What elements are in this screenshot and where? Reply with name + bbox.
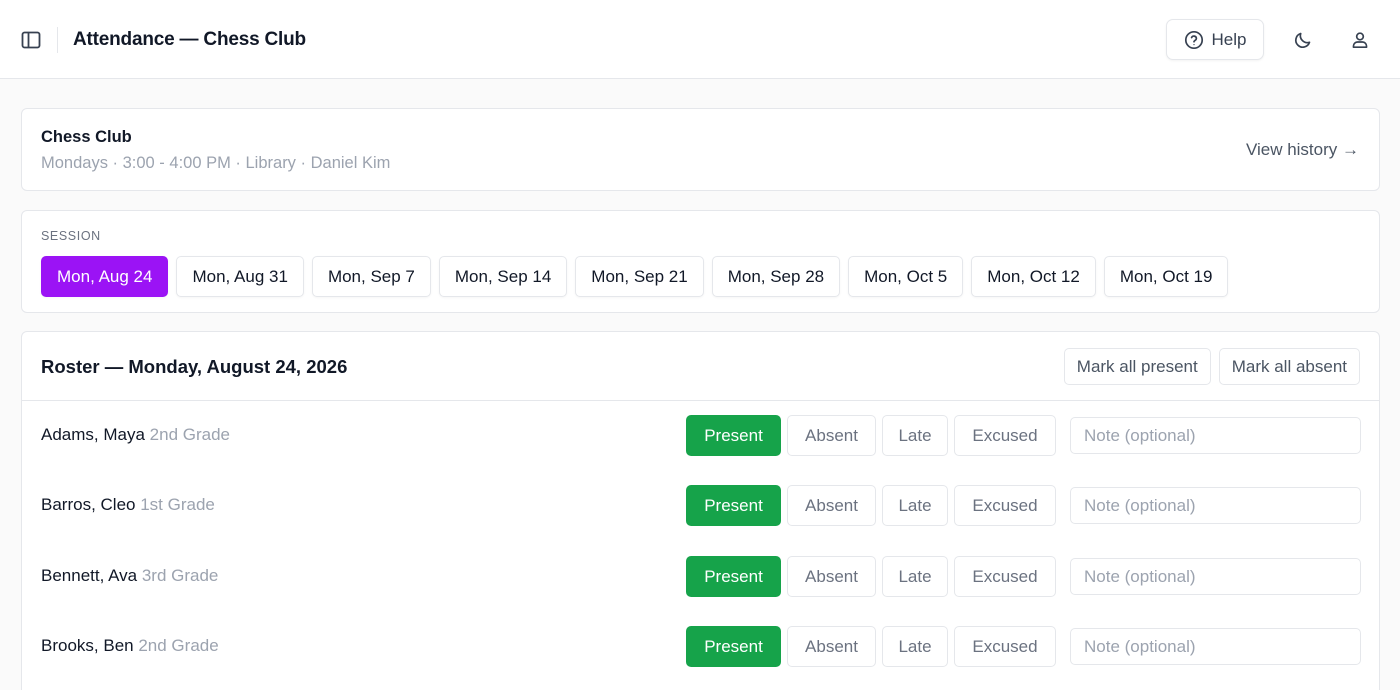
status-toggle-group: Present Absent Late Excused	[686, 415, 1056, 456]
present-button[interactable]: Present	[686, 485, 781, 526]
late-button[interactable]: Late	[882, 485, 948, 526]
absent-button[interactable]: Absent	[787, 626, 876, 667]
student-grade: 2nd Grade	[149, 425, 231, 444]
club-info-card: Chess Club Mondays · 3:00 - 4:00 PM · Li…	[21, 108, 1380, 191]
student-grade: 3rd Grade	[141, 566, 219, 585]
student-name-text: Adams, Maya	[41, 425, 145, 444]
late-button[interactable]: Late	[882, 415, 948, 456]
session-chip[interactable]: Mon, Oct 12	[971, 256, 1096, 297]
absent-button[interactable]: Absent	[787, 415, 876, 456]
mark-all-present-button[interactable]: Mark all present	[1063, 348, 1211, 385]
note-input[interactable]	[1070, 487, 1361, 524]
table-row: Adams, Maya 2nd Grade Present Absent Lat…	[22, 401, 1379, 471]
status-toggle-group: Present Absent Late Excused	[686, 485, 1056, 526]
excused-button[interactable]: Excused	[954, 626, 1056, 667]
sidebar-toggle-icon[interactable]	[18, 27, 44, 53]
present-button[interactable]: Present	[686, 556, 781, 597]
roster-header: Roster — Monday, August 24, 2026 Mark al…	[22, 332, 1379, 401]
excused-button[interactable]: Excused	[954, 556, 1056, 597]
page-title: Attendance — Chess Club	[73, 29, 306, 50]
session-chip[interactable]: Mon, Aug 24	[41, 256, 169, 297]
student-name-text: Bennett, Ava	[41, 566, 138, 585]
absent-button[interactable]: Absent	[787, 485, 876, 526]
table-row: Barros, Cleo 1st Grade Present Absent La…	[22, 471, 1379, 541]
top-bar: Attendance — Chess Club Help	[0, 0, 1400, 79]
club-meta: Mondays · 3:00 - 4:00 PM · Library · Dan…	[41, 154, 391, 172]
session-chip[interactable]: Mon, Aug 31	[176, 256, 304, 297]
note-input[interactable]	[1070, 628, 1361, 665]
student-name: Barros, Cleo 1st Grade	[41, 495, 215, 515]
moon-icon[interactable]	[1289, 26, 1317, 54]
help-button[interactable]: Help	[1166, 19, 1264, 60]
late-button[interactable]: Late	[882, 626, 948, 667]
user-icon[interactable]	[1346, 26, 1374, 54]
status-toggle-group: Present Absent Late Excused	[686, 556, 1056, 597]
session-chip[interactable]: Mon, Sep 28	[711, 256, 841, 297]
club-name: Chess Club	[41, 128, 132, 146]
session-card: SESSION Mon, Aug 24 Mon, Aug 31 Mon, Sep…	[21, 210, 1380, 313]
student-name-text: Barros, Cleo	[41, 495, 136, 514]
view-history-link[interactable]: View history →	[1246, 140, 1359, 160]
session-date-list: Mon, Aug 24 Mon, Aug 31 Mon, Sep 7 Mon, …	[41, 256, 1229, 297]
header-divider	[57, 27, 58, 53]
late-button[interactable]: Late	[882, 556, 948, 597]
help-button-label: Help	[1211, 29, 1247, 49]
session-chip[interactable]: Mon, Sep 21	[575, 256, 704, 297]
session-chip[interactable]: Mon, Oct 5	[848, 256, 964, 297]
table-row: Brooks, Ben 2nd Grade Present Absent Lat…	[22, 612, 1379, 682]
status-toggle-group: Present Absent Late Excused	[686, 626, 1056, 667]
absent-button[interactable]: Absent	[787, 556, 876, 597]
note-input[interactable]	[1070, 417, 1361, 454]
note-input[interactable]	[1070, 558, 1361, 595]
session-label: SESSION	[41, 229, 101, 243]
roster-card: Roster — Monday, August 24, 2026 Mark al…	[21, 331, 1380, 690]
excused-button[interactable]: Excused	[954, 415, 1056, 456]
student-name: Brooks, Ben 2nd Grade	[41, 636, 219, 656]
student-grade: 1st Grade	[140, 495, 215, 514]
student-name: Adams, Maya 2nd Grade	[41, 425, 230, 445]
excused-button[interactable]: Excused	[954, 485, 1056, 526]
student-grade: 2nd Grade	[138, 636, 219, 655]
session-chip[interactable]: Mon, Oct 19	[1103, 256, 1229, 297]
session-chip[interactable]: Mon, Sep 7	[311, 256, 431, 297]
table-row: Bennett, Ava 3rd Grade Present Absent La…	[22, 542, 1379, 612]
roster-actions: Mark all present Mark all absent	[1063, 348, 1360, 385]
present-button[interactable]: Present	[686, 415, 781, 456]
student-name-text: Brooks, Ben	[41, 636, 134, 655]
mark-all-absent-button[interactable]: Mark all absent	[1218, 348, 1360, 385]
student-name: Bennett, Ava 3rd Grade	[41, 566, 218, 586]
help-circle-icon	[1184, 30, 1204, 50]
roster-title: Roster — Monday, August 24, 2026	[41, 356, 348, 377]
present-button[interactable]: Present	[686, 626, 781, 667]
session-chip[interactable]: Mon, Sep 14	[438, 256, 568, 297]
